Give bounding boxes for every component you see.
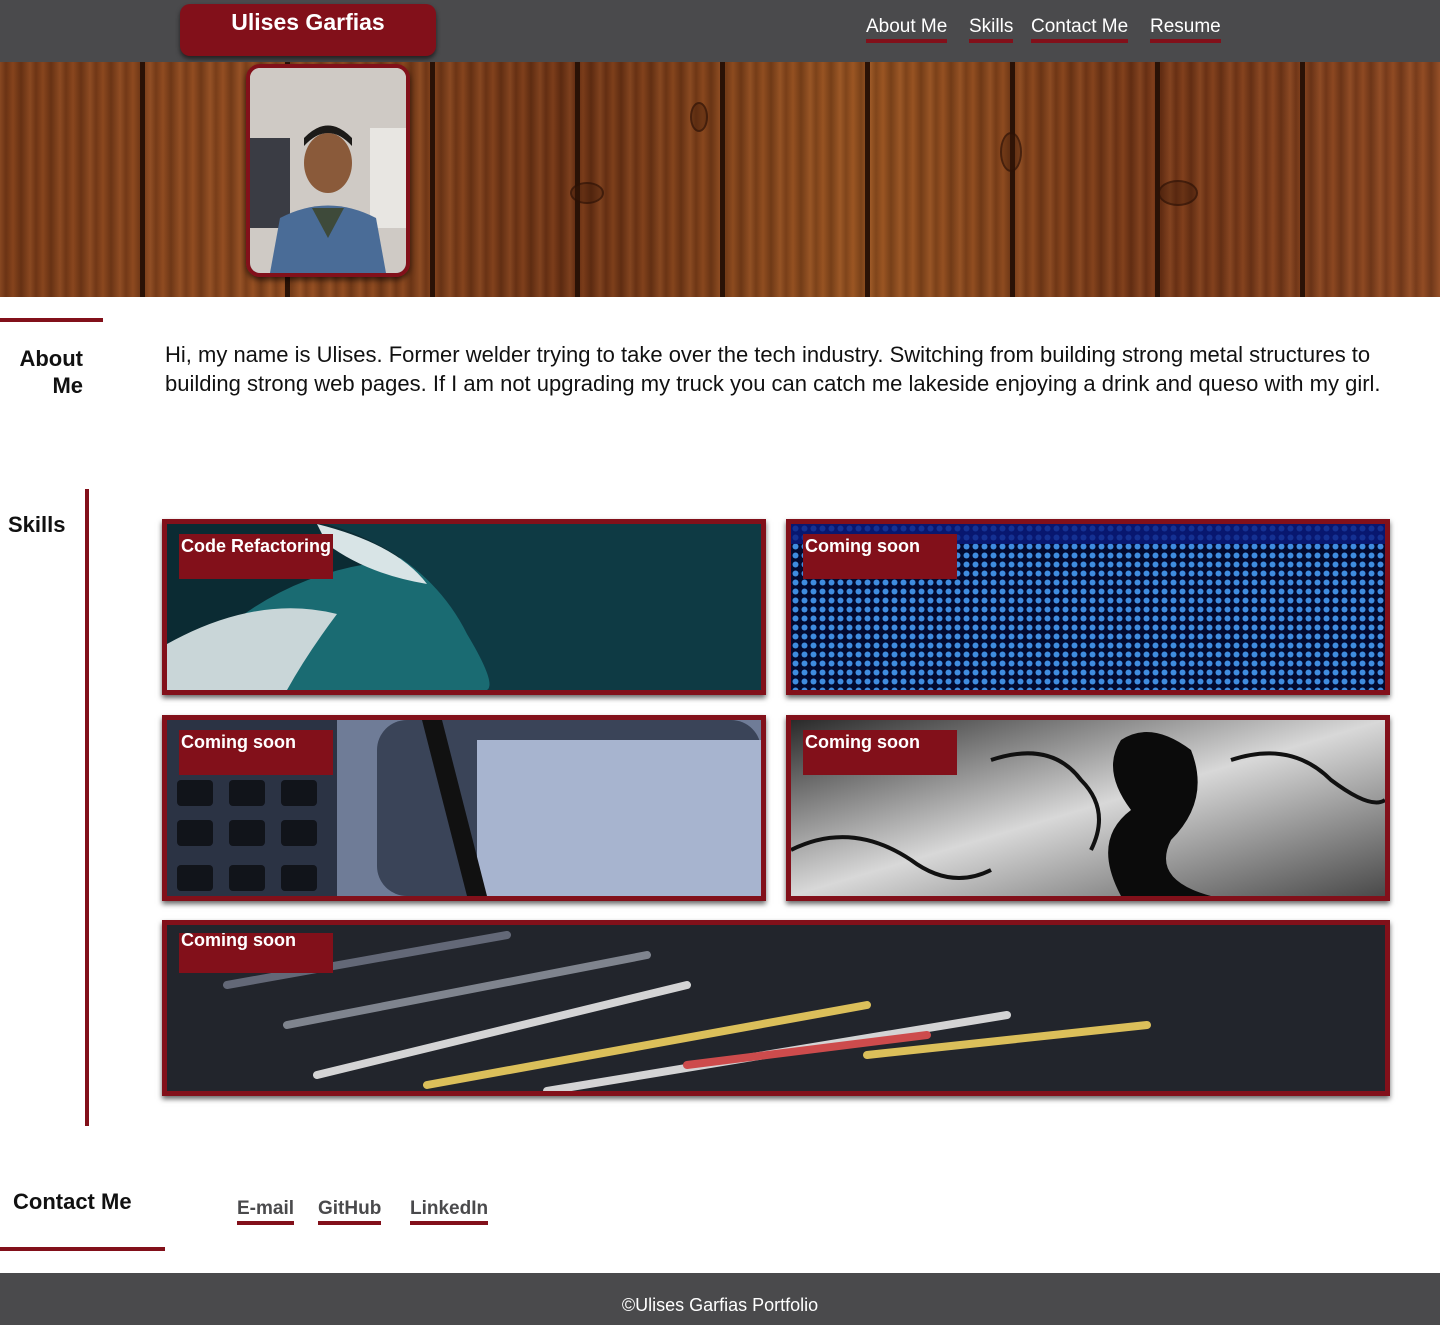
nav-skills[interactable]: Skills bbox=[969, 16, 1014, 43]
main-nav: About Me Skills Contact Me Resume bbox=[0, 16, 1440, 46]
wood-knot bbox=[1158, 180, 1198, 206]
about-text: Hi, my name is Ulises. Former welder try… bbox=[165, 342, 1381, 396]
contact-title: Contact Me bbox=[13, 1189, 132, 1214]
site-footer: ©Ulises Garfias Portfolio bbox=[0, 1273, 1440, 1325]
about-title-line1: About bbox=[19, 346, 83, 371]
nav-resume[interactable]: Resume bbox=[1150, 16, 1221, 43]
code-screen-image bbox=[167, 925, 1385, 1091]
hero-banner bbox=[0, 62, 1440, 297]
contact-linkedin-link[interactable]: LinkedIn bbox=[410, 1198, 489, 1225]
profile-photo-art bbox=[250, 68, 406, 273]
skill-card[interactable]: Code Refactoring bbox=[162, 519, 766, 695]
about-title: About Me bbox=[0, 345, 83, 399]
site-header: Ulises Garfias About Me Skills Contact M… bbox=[0, 0, 1440, 62]
skills-rule bbox=[85, 489, 89, 1126]
profile-photo bbox=[246, 64, 410, 277]
skill-card-label: Coming soon bbox=[179, 933, 333, 973]
footer-text: ©Ulises Garfias Portfolio bbox=[621, 1295, 819, 1315]
wood-knot bbox=[570, 182, 604, 204]
contact-github-link[interactable]: GitHub bbox=[318, 1198, 382, 1225]
wood-knot bbox=[1000, 132, 1022, 172]
skills-title: Skills bbox=[8, 512, 66, 537]
skill-card[interactable]: Coming soon bbox=[162, 715, 766, 901]
nav-about-me[interactable]: About Me bbox=[866, 16, 948, 43]
skill-card[interactable]: Coming soon bbox=[786, 715, 1390, 901]
nav-contact-me[interactable]: Contact Me bbox=[1031, 16, 1129, 43]
skill-card[interactable]: Coming soon bbox=[786, 519, 1390, 695]
wood-knot bbox=[690, 102, 708, 132]
skill-card-label: Coming soon bbox=[803, 534, 957, 579]
about-rule bbox=[0, 318, 103, 322]
about-title-line2: Me bbox=[52, 373, 83, 398]
skill-card-label: Coming soon bbox=[803, 730, 957, 775]
contact-email-link[interactable]: E-mail bbox=[237, 1198, 295, 1225]
skill-card-label: Coming soon bbox=[179, 730, 333, 775]
skill-card-label: Code Refactoring bbox=[179, 534, 333, 579]
skill-card[interactable]: Coming soon bbox=[162, 920, 1390, 1096]
contact-rule bbox=[0, 1247, 165, 1251]
